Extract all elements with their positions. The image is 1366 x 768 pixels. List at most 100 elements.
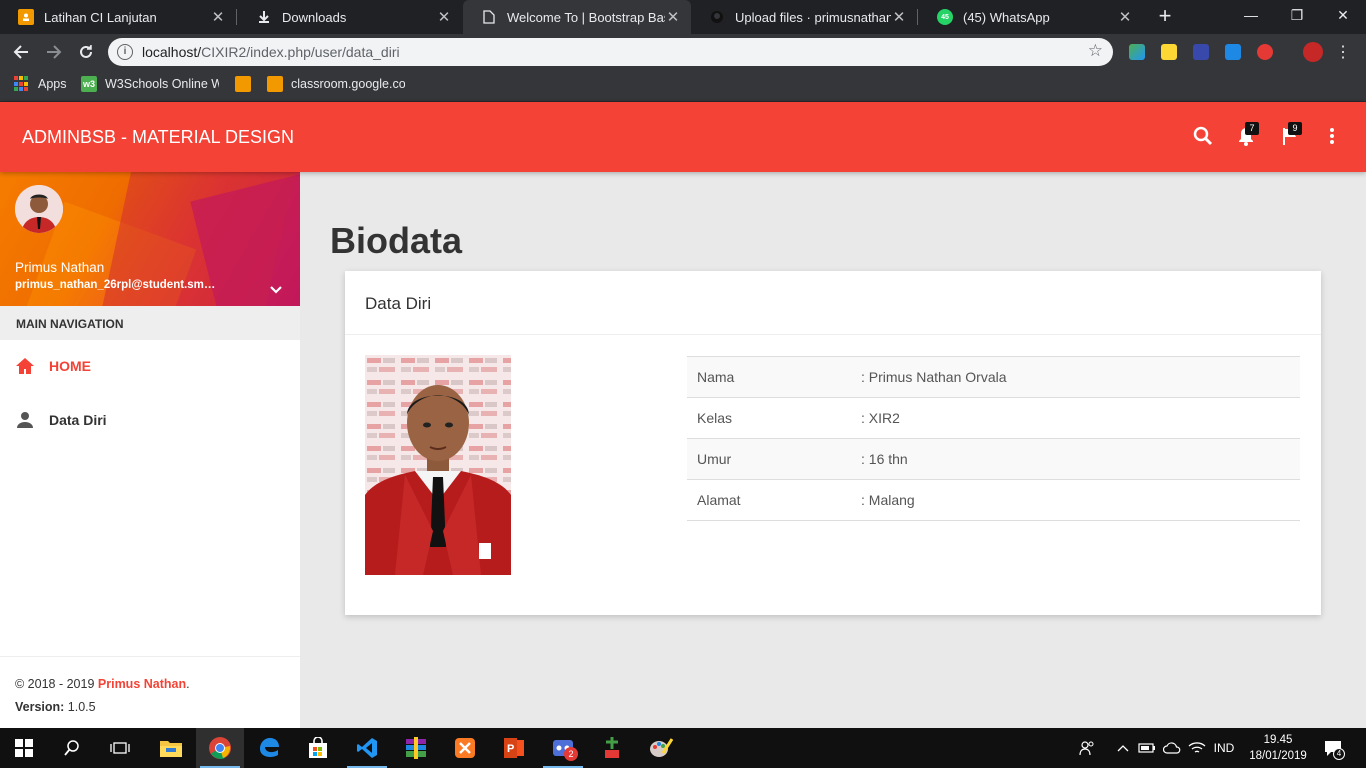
field-value: : Malang	[861, 492, 915, 508]
tab-title: Latihan CI Lanjutan	[44, 9, 157, 25]
game-icon[interactable]: 2	[539, 728, 587, 768]
address-bar[interactable]: i localhost/CIXIR2/index.php/user/data_d…	[108, 38, 1113, 66]
field-label: Umur	[697, 451, 732, 467]
language-indicator[interactable]: IND	[1208, 728, 1240, 768]
chrome-icon[interactable]	[196, 728, 244, 768]
search-icon[interactable]	[48, 728, 96, 768]
copyright-text: © 2018 - 2019	[15, 677, 98, 691]
sidebar-footer: © 2018 - 2019 Primus Nathan. Version: 1.…	[0, 656, 300, 728]
biodata-table: Nama : Primus Nathan Orvala Kelas : XIR2…	[687, 356, 1300, 521]
minimize-button[interactable]: —	[1228, 0, 1274, 30]
sidebar-item-label: Data Diri	[49, 412, 107, 428]
url-text: localhost/CIXIR2/index.php/user/data_dir…	[142, 44, 400, 60]
reload-button[interactable]	[73, 39, 99, 65]
browser-tab-latihan[interactable]: Latihan CI Lanjutan ✕	[0, 0, 236, 34]
sidebar-item-data-diri[interactable]: Data Diri	[0, 393, 300, 447]
bookmark-w3schools[interactable]: w3 W3Schools Online W	[81, 70, 219, 98]
file-explorer-icon[interactable]	[147, 728, 195, 768]
task-view-icon[interactable]	[96, 728, 144, 768]
extension-icon[interactable]	[1129, 44, 1145, 60]
chevron-up-icon[interactable]	[1113, 728, 1133, 768]
system-clock[interactable]: 19.45 18/01/2019	[1246, 732, 1310, 764]
extension-icon[interactable]	[1225, 44, 1241, 60]
tab-title: Upload files · primusnathan/Pr	[735, 9, 891, 25]
copyright-line: © 2018 - 2019 Primus Nathan.	[15, 673, 285, 696]
more-vert-icon[interactable]	[1320, 124, 1344, 148]
reload-icon	[80, 45, 92, 58]
restore-button[interactable]: ❐	[1274, 0, 1320, 30]
wifi-icon[interactable]	[1186, 728, 1208, 768]
forward-button[interactable]	[41, 39, 67, 65]
tab-divider	[236, 9, 237, 25]
user-info-panel: Primus Nathan primus_nathan_26rpl@studen…	[0, 172, 300, 306]
brand-title[interactable]: ADMINBSB - MATERIAL DESIGN	[22, 127, 294, 148]
classroom-icon	[267, 76, 283, 92]
close-icon[interactable]: ✕	[436, 8, 452, 26]
search-icon[interactable]	[1191, 124, 1215, 148]
close-window-button[interactable]: ✕	[1320, 0, 1366, 30]
winrar-icon[interactable]	[392, 728, 440, 768]
action-center-icon[interactable]: 4	[1318, 728, 1348, 768]
info-icon[interactable]: i	[117, 44, 133, 60]
menu-dots-icon[interactable]: ⋮	[1335, 42, 1351, 62]
browser-tab-downloads[interactable]: Downloads ✕	[238, 0, 462, 34]
notifications-button[interactable]: 7	[1234, 122, 1259, 148]
main-content: Biodata Data Diri Nama: Primus Nathan O…	[300, 172, 1366, 728]
vscode-icon[interactable]	[343, 728, 391, 768]
browser-tab-github[interactable]: Upload files · primusnathan/Pr ✕	[691, 0, 917, 34]
tab-title: (45) WhatsApp	[963, 9, 1050, 25]
bookmark-star-icon[interactable]: ☆	[1088, 41, 1103, 61]
tab-title: Welcome To | Bootstrap Based	[507, 9, 665, 25]
table-row: Nama : Primus Nathan Orvala	[687, 356, 1300, 398]
field-label: Alamat	[697, 492, 741, 508]
bookmark-label: classroom.google.co	[291, 77, 405, 91]
battery-icon[interactable]	[1137, 728, 1157, 768]
new-tab-button[interactable]: +	[1152, 4, 1178, 30]
vue-devtools-icon[interactable]	[1161, 44, 1177, 60]
avatar[interactable]	[15, 185, 63, 233]
tasks-count: 9	[1288, 122, 1302, 135]
field-value: : Primus Nathan Orvala	[861, 369, 1007, 385]
top-navbar: ADMINBSB - MATERIAL DESIGN 7 9	[0, 102, 1366, 172]
xampp-icon[interactable]	[441, 728, 489, 768]
back-button[interactable]	[8, 39, 34, 65]
powerpoint-icon[interactable]: P	[490, 728, 538, 768]
profile-avatar[interactable]	[1303, 42, 1323, 62]
version-label: Version:	[15, 700, 68, 714]
field-value: : XIR2	[861, 410, 900, 426]
bookmark-classroom-google[interactable]: classroom.google.co	[267, 70, 405, 98]
browser-tab-strip: Latihan CI Lanjutan ✕ Downloads ✕ Welcom…	[0, 0, 1366, 34]
copyright-suffix: .	[186, 677, 190, 691]
edge-icon[interactable]	[245, 728, 293, 768]
left-sidebar: Primus Nathan primus_nathan_26rpl@studen…	[0, 172, 300, 728]
sidebar-item-home[interactable]: HOME	[0, 339, 300, 393]
copyright-author-link[interactable]: Primus Nathan	[98, 677, 186, 691]
back-arrow-icon	[13, 45, 28, 59]
whatsapp-icon: 45	[937, 9, 953, 25]
start-icon[interactable]	[0, 728, 48, 768]
close-icon[interactable]: ✕	[210, 8, 226, 26]
close-icon[interactable]: ✕	[665, 8, 681, 26]
close-icon[interactable]: ✕	[891, 8, 907, 26]
github-icon	[709, 9, 725, 25]
chevron-down-icon[interactable]	[266, 280, 286, 300]
extension-icon[interactable]	[1257, 44, 1273, 60]
close-icon[interactable]: ✕	[1117, 8, 1133, 26]
person-icon	[17, 412, 33, 428]
tasks-button[interactable]: 9	[1278, 122, 1302, 148]
extension-icon[interactable]	[1193, 44, 1209, 60]
store-icon[interactable]	[294, 728, 342, 768]
cloud-sync-icon[interactable]	[1161, 728, 1183, 768]
browser-tab-whatsapp[interactable]: 45 (45) WhatsApp ✕	[919, 0, 1143, 34]
clock-time: 19.45	[1263, 734, 1293, 746]
people-icon[interactable]	[1076, 728, 1098, 768]
paint-icon[interactable]	[637, 728, 685, 768]
tab-divider	[917, 9, 918, 25]
browser-tab-welcome[interactable]: Welcome To | Bootstrap Based ✕	[463, 0, 691, 34]
bookmark-apps[interactable]: Apps	[14, 70, 67, 98]
bookmark-label: Apps	[38, 77, 67, 91]
git-icon[interactable]	[588, 728, 636, 768]
bookmark-classroom[interactable]	[235, 70, 259, 98]
notification-count: 4	[1333, 748, 1345, 760]
game-badge: 2	[564, 747, 578, 761]
